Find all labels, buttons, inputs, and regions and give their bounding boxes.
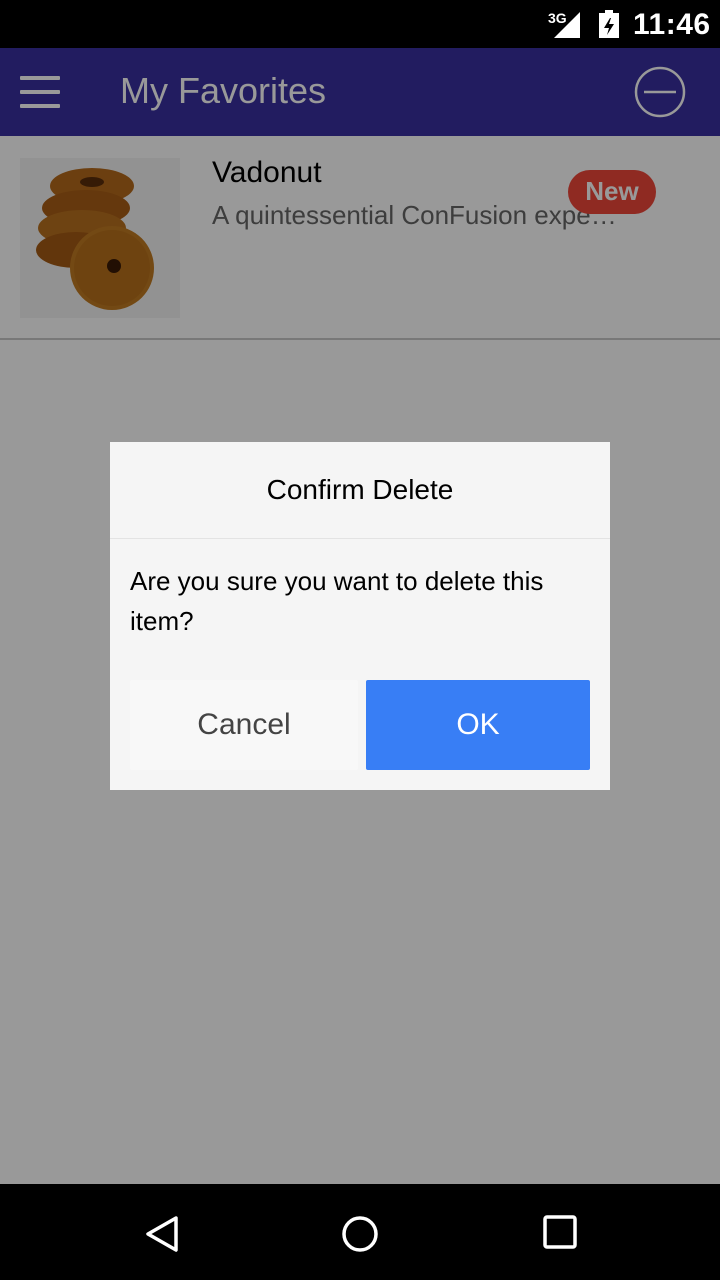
- dialog-buttons: Cancel OK: [130, 680, 590, 770]
- cancel-button[interactable]: Cancel: [130, 680, 358, 770]
- battery-charging-icon: [599, 10, 619, 38]
- signal-icon: [554, 12, 580, 38]
- confirm-dialog: Confirm Delete Are you sure you want to …: [110, 442, 610, 790]
- navigation-bar: [0, 1184, 720, 1280]
- dialog-message: Are you sure you want to delete this ite…: [130, 566, 544, 636]
- recents-icon[interactable]: [542, 1214, 578, 1250]
- dialog-title: Confirm Delete: [110, 442, 610, 539]
- clock: 11:46: [633, 8, 711, 41]
- status-bar: 3G 11:46: [0, 0, 720, 48]
- back-icon[interactable]: [142, 1214, 182, 1254]
- home-icon[interactable]: [340, 1214, 380, 1254]
- ok-button[interactable]: OK: [366, 680, 590, 770]
